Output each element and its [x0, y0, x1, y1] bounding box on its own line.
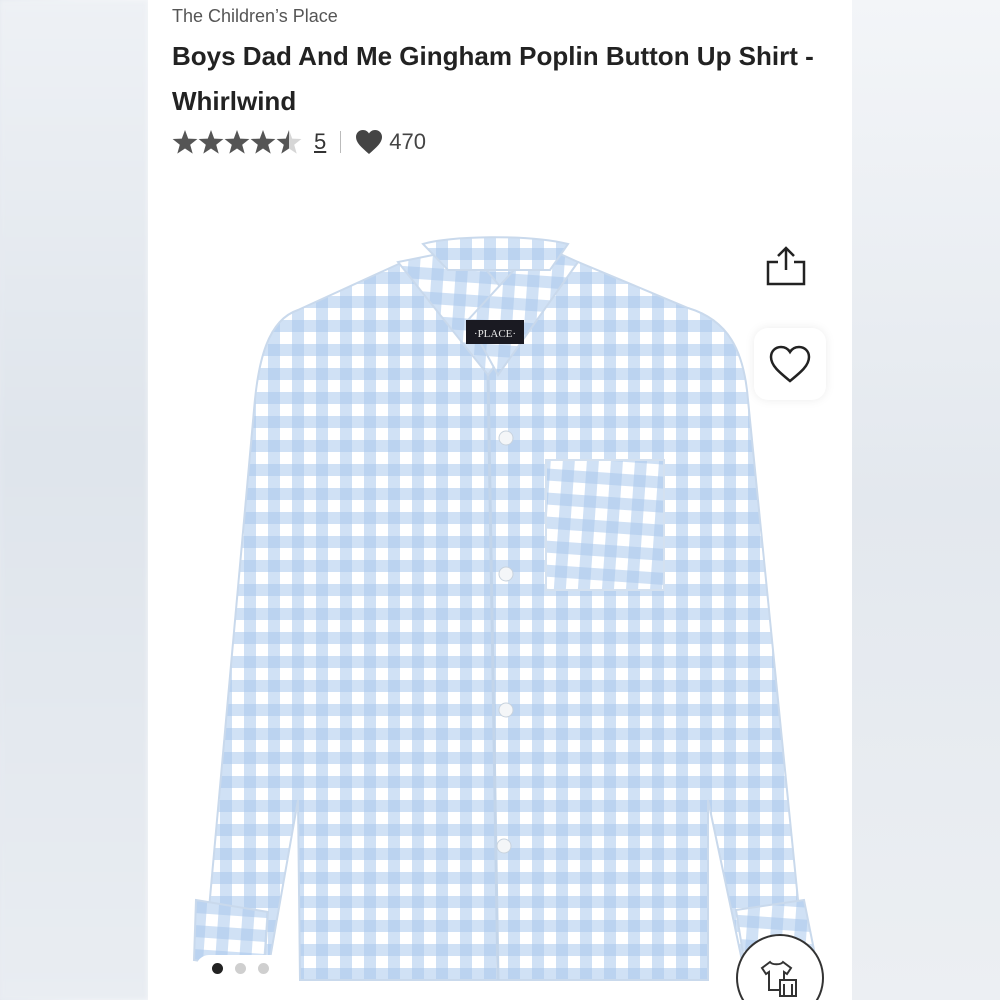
shirt-label-text: ·PLACE·: [474, 328, 516, 340]
add-to-favorites-button[interactable]: [754, 328, 826, 400]
rating-divider: [340, 131, 342, 153]
left-backdrop: [0, 0, 148, 1000]
star-half-icon: [276, 130, 302, 154]
rating-row: 5 470: [172, 124, 426, 160]
product-title: Boys Dad And Me Gingham Poplin Button Up…: [172, 41, 814, 116]
star-full-icon: [224, 130, 250, 154]
product-image[interactable]: ·PLACE·: [148, 200, 852, 1000]
star-full-icon: [198, 130, 224, 154]
heart-outline-icon: [769, 345, 811, 383]
product-card: The Children’s Place Boys Dad And Me Gin…: [148, 0, 852, 1000]
share-icon: [766, 246, 806, 286]
star-full-icon: [172, 130, 198, 154]
right-backdrop: [852, 0, 1000, 1000]
star-full-icon: [250, 130, 276, 154]
stars-icon: [172, 130, 302, 154]
share-button[interactable]: [756, 236, 816, 296]
favorites-count: 470: [389, 129, 426, 154]
shirt-image: ·PLACE·: [192, 236, 818, 981]
review-count-link[interactable]: 5: [314, 129, 326, 155]
likes-count[interactable]: 470: [355, 129, 426, 155]
carousel-indicator: [196, 955, 284, 981]
heart-filled-icon: [356, 130, 383, 154]
carousel-dot-1[interactable]: [211, 962, 223, 974]
outfit-icon: [760, 960, 797, 997]
star-rating[interactable]: [172, 128, 304, 156]
brand-name[interactable]: The Children’s Place: [172, 6, 338, 27]
carousel-dot-2[interactable]: [234, 962, 246, 974]
carousel-dot-3[interactable]: [257, 962, 269, 974]
